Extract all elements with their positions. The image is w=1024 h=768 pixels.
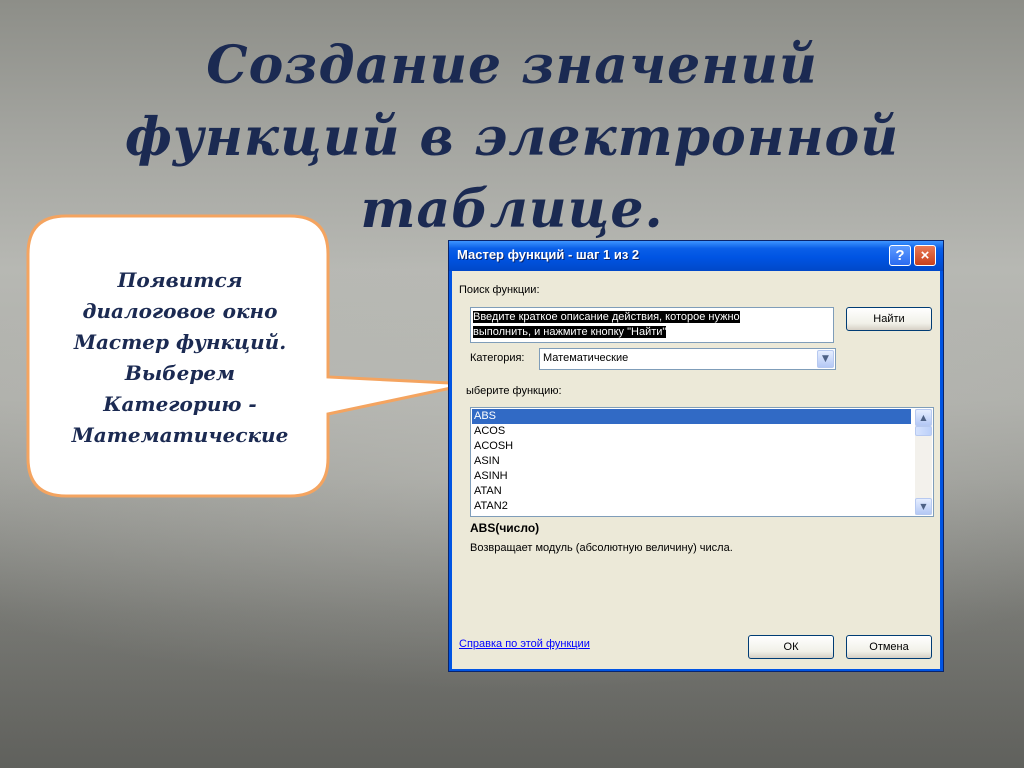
callout-line-6: Математические (71, 423, 289, 447)
callout-text: Появится диалоговое окно Мастер функций.… (40, 265, 320, 451)
help-link[interactable]: Справка по этой функции (459, 638, 590, 650)
dialog-title: Мастер функций - шаг 1 из 2 (457, 247, 640, 262)
find-button[interactable]: Найти (846, 307, 932, 331)
dialog-titlebar[interactable]: Мастер функций - шаг 1 из 2 ? × (449, 241, 943, 271)
callout-line-2: диалоговое окно (82, 299, 278, 323)
list-item[interactable]: ATAN2 (472, 499, 911, 514)
list-item[interactable]: ACOSH (472, 439, 911, 454)
search-text-line-1: Введите краткое описание действия, котор… (473, 311, 740, 323)
list-item[interactable]: ASIN (472, 454, 911, 469)
chevron-up-icon[interactable]: ▲ (915, 409, 932, 426)
choose-function-label: ыберите функцию: (466, 385, 562, 397)
callout-line-4: Выберем (124, 361, 236, 385)
cancel-button[interactable]: Отмена (846, 635, 932, 659)
function-list[interactable]: ABS ACOS ACOSH ASIN ASINH ATAN ATAN2 ▲ ▼ (470, 407, 934, 517)
callout-line-5: Категорию - (103, 392, 257, 416)
list-item[interactable]: ASINH (472, 469, 911, 484)
list-item[interactable]: ACOS (472, 424, 911, 439)
close-button[interactable]: × (914, 245, 936, 266)
function-signature: ABS(число) (470, 521, 540, 535)
search-input[interactable]: Введите краткое описание действия, котор… (470, 307, 834, 343)
search-text-line-2: выполнить, и нажмите кнопку "Найти" (473, 326, 667, 338)
function-wizard-dialog: Мастер функций - шаг 1 из 2 ? × Поиск фу… (448, 240, 944, 672)
category-select[interactable]: Математические ▼ (539, 348, 836, 370)
category-value: Математические (543, 352, 629, 364)
callout-line-3: Мастер функций. (73, 330, 287, 354)
help-icon: ? (895, 247, 905, 264)
close-icon: × (920, 247, 930, 264)
chevron-down-icon[interactable]: ▼ (817, 350, 834, 368)
list-scrollbar[interactable]: ▲ ▼ (915, 409, 932, 515)
category-label: Категория: (470, 352, 525, 364)
help-button[interactable]: ? (889, 245, 911, 266)
chevron-down-icon[interactable]: ▼ (915, 498, 932, 515)
scroll-thumb[interactable] (915, 426, 932, 436)
callout-line-1: Появится (117, 268, 243, 292)
list-item[interactable]: ABS (472, 409, 911, 424)
search-label: Поиск функции: (459, 284, 540, 296)
list-item[interactable]: ATAN (472, 484, 911, 499)
dialog-body: Поиск функции: Введите краткое описание … (452, 271, 940, 669)
ok-button[interactable]: ОК (748, 635, 834, 659)
search-input-text: Введите краткое описание действия, котор… (473, 310, 793, 340)
function-description: Возвращает модуль (абсолютную величину) … (470, 542, 733, 554)
